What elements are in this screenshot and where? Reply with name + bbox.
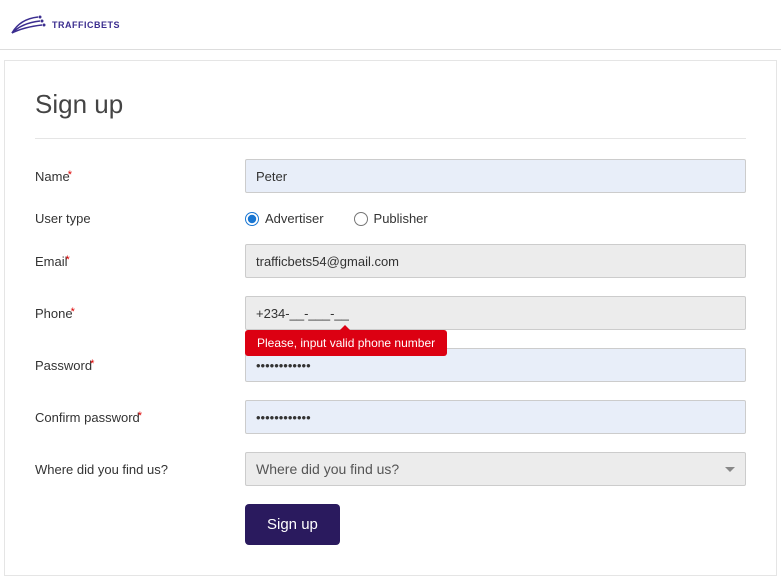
source-placeholder: Where did you find us?	[256, 461, 399, 477]
content: Sign up Name* User type Advertiser Publi…	[0, 50, 781, 576]
required-mark: *	[68, 169, 72, 181]
row-confirm: Confirm password*	[35, 400, 746, 434]
logo-icon	[10, 13, 50, 37]
phone-input[interactable]	[245, 296, 746, 330]
signup-card: Sign up Name* User type Advertiser Publi…	[4, 60, 777, 576]
label-phone: Phone*	[35, 306, 245, 321]
radio-advertiser[interactable]: Advertiser	[245, 211, 324, 226]
required-mark: *	[71, 306, 75, 318]
label-password: Password*	[35, 358, 245, 373]
label-usertype: User type	[35, 211, 245, 226]
brand-name: TRAFFICBETS	[52, 20, 120, 30]
phone-error-tooltip: Please, input valid phone number	[245, 330, 447, 356]
confirm-input[interactable]	[245, 400, 746, 434]
label-source: Where did you find us?	[35, 462, 245, 477]
row-email: Email*	[35, 244, 746, 278]
divider	[35, 138, 746, 139]
chevron-down-icon	[725, 467, 735, 472]
source-select[interactable]: Where did you find us?	[245, 452, 746, 486]
page-title: Sign up	[35, 89, 746, 120]
email-input[interactable]	[245, 244, 746, 278]
signup-button[interactable]: Sign up	[245, 504, 340, 545]
brand-logo[interactable]: TRAFFICBETS	[10, 13, 120, 37]
label-email: Email*	[35, 254, 245, 269]
top-header: TRAFFICBETS	[0, 0, 781, 50]
label-name: Name*	[35, 169, 245, 184]
radio-publisher[interactable]: Publisher	[354, 211, 428, 226]
row-phone: Phone* Please, input valid phone number	[35, 296, 746, 330]
required-mark: *	[66, 254, 70, 266]
label-confirm: Confirm password*	[35, 410, 245, 425]
required-mark: *	[138, 410, 142, 422]
row-usertype: User type Advertiser Publisher	[35, 211, 746, 226]
radio-advertiser-input[interactable]	[245, 212, 259, 226]
radio-publisher-input[interactable]	[354, 212, 368, 226]
required-mark: *	[90, 358, 94, 370]
row-name: Name*	[35, 159, 746, 193]
row-source: Where did you find us? Where did you fin…	[35, 452, 746, 486]
submit-row: Sign up	[245, 504, 746, 545]
name-input[interactable]	[245, 159, 746, 193]
